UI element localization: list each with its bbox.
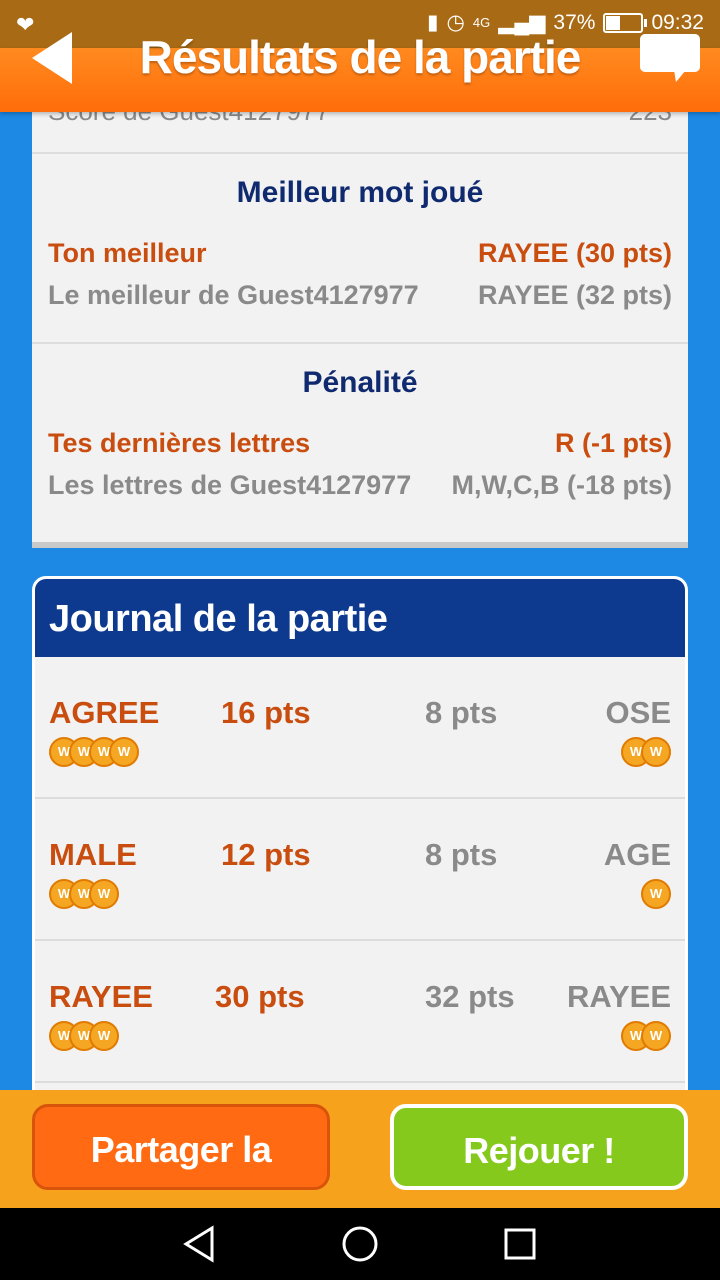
my-word: MALE bbox=[49, 837, 137, 872]
opp-points: 8 pts bbox=[425, 695, 498, 730]
chat-bubble-icon bbox=[640, 34, 700, 82]
my-best-word-value: RAYEE (30 pts) bbox=[477, 238, 672, 268]
bottom-action-bar: Partager la victoire Rejouer ! bbox=[0, 1090, 720, 1256]
opp-best-word-value: RAYEE (32 pts) bbox=[477, 280, 672, 310]
my-penalty-value: R (-1 pts) bbox=[555, 428, 672, 458]
nav-recents-button[interactable] bbox=[498, 1222, 542, 1266]
game-log-row: MALE 12 pts 8 pts AGE WWW W bbox=[35, 799, 685, 941]
my-points: 12 pts bbox=[221, 837, 311, 872]
best-word-title: Meilleur mot joué bbox=[236, 176, 484, 209]
nav-home-icon bbox=[342, 1226, 378, 1262]
my-coins: WWWW bbox=[49, 737, 139, 767]
nav-back-button[interactable] bbox=[178, 1222, 222, 1266]
my-word: AGREE bbox=[49, 695, 160, 730]
game-log-card: Journal de la partie AGREE 16 pts 8 pts … bbox=[32, 576, 688, 1096]
my-points: 16 pts bbox=[221, 695, 311, 730]
my-word: RAYEE bbox=[49, 979, 153, 1014]
opp-best-word-label: Le meilleur de Guest4127977 bbox=[48, 280, 419, 310]
my-coins: WWW bbox=[49, 879, 119, 909]
nav-back-icon bbox=[183, 1225, 214, 1263]
coin-icon: W bbox=[89, 879, 119, 909]
coin-icon: W bbox=[641, 1021, 671, 1051]
opp-coins: WW bbox=[621, 1021, 671, 1051]
my-best-word-row: Ton meilleur RAYEE (30 pts) bbox=[48, 238, 672, 269]
opp-penalty-label: Les lettres de Guest4127977 bbox=[48, 470, 412, 500]
system-nav-bar bbox=[0, 1208, 720, 1280]
score-row-clipped: Score de Guest4127977 223 bbox=[32, 112, 688, 154]
my-penalty-row: Tes dernières lettres R (-1 pts) bbox=[48, 428, 672, 459]
my-points: 30 pts bbox=[215, 979, 305, 1014]
my-best-word-label: Ton meilleur bbox=[48, 238, 207, 268]
coin-icon: W bbox=[109, 737, 139, 767]
nav-home-button[interactable] bbox=[338, 1222, 382, 1266]
penalty-title: Pénalité bbox=[302, 366, 418, 399]
opp-word: OSE bbox=[605, 695, 671, 730]
opp-word: RAYEE bbox=[567, 979, 671, 1014]
opp-penalty-value: M,W,C,B (-18 pts) bbox=[451, 470, 673, 500]
share-victory-button[interactable]: Partager la victoire bbox=[32, 1104, 330, 1256]
chat-button[interactable] bbox=[640, 34, 700, 86]
app-header: Résultats de la partie bbox=[0, 31, 720, 112]
penalty-section: Pénalité Tes dernières lettres R (-1 pts… bbox=[32, 344, 688, 534]
game-log-title: Journal de la partie bbox=[35, 579, 685, 657]
opp-best-word-row: Le meilleur de Guest4127977 RAYEE (32 pt… bbox=[48, 280, 672, 311]
nav-recents-icon bbox=[504, 1228, 536, 1260]
game-log-row: AGREE 16 pts 8 pts OSE WWWW WW bbox=[35, 657, 685, 799]
game-log-row: RAYEE 30 pts 32 pts RAYEE WWW WW bbox=[35, 941, 685, 1083]
network-label: 4G bbox=[472, 15, 491, 30]
coin-icon: W bbox=[641, 737, 671, 767]
opp-coins: W bbox=[641, 879, 671, 909]
my-coins: WWW bbox=[49, 1021, 119, 1051]
page-title: Résultats de la partie bbox=[139, 31, 582, 83]
opp-points: 8 pts bbox=[425, 837, 498, 872]
opp-penalty-row: Les lettres de Guest4127977 M,W,C,B (-18… bbox=[48, 470, 672, 501]
opp-word: AGE bbox=[603, 837, 671, 872]
opp-points: 32 pts bbox=[425, 979, 515, 1014]
coin-icon: W bbox=[89, 1021, 119, 1051]
summary-card: Score de Guest4127977 223 Meilleur mot j… bbox=[32, 112, 688, 548]
best-word-section: Meilleur mot joué Ton meilleur RAYEE (30… bbox=[32, 154, 688, 344]
coin-icon: W bbox=[641, 879, 671, 909]
replay-button[interactable]: Rejouer ! bbox=[390, 1104, 688, 1190]
score-label: Score de Guest4127977 bbox=[48, 112, 330, 127]
score-value: 223 bbox=[629, 112, 672, 127]
my-penalty-label: Tes dernières lettres bbox=[48, 428, 311, 458]
opp-coins: WW bbox=[621, 737, 671, 767]
battery-fill bbox=[606, 15, 620, 30]
